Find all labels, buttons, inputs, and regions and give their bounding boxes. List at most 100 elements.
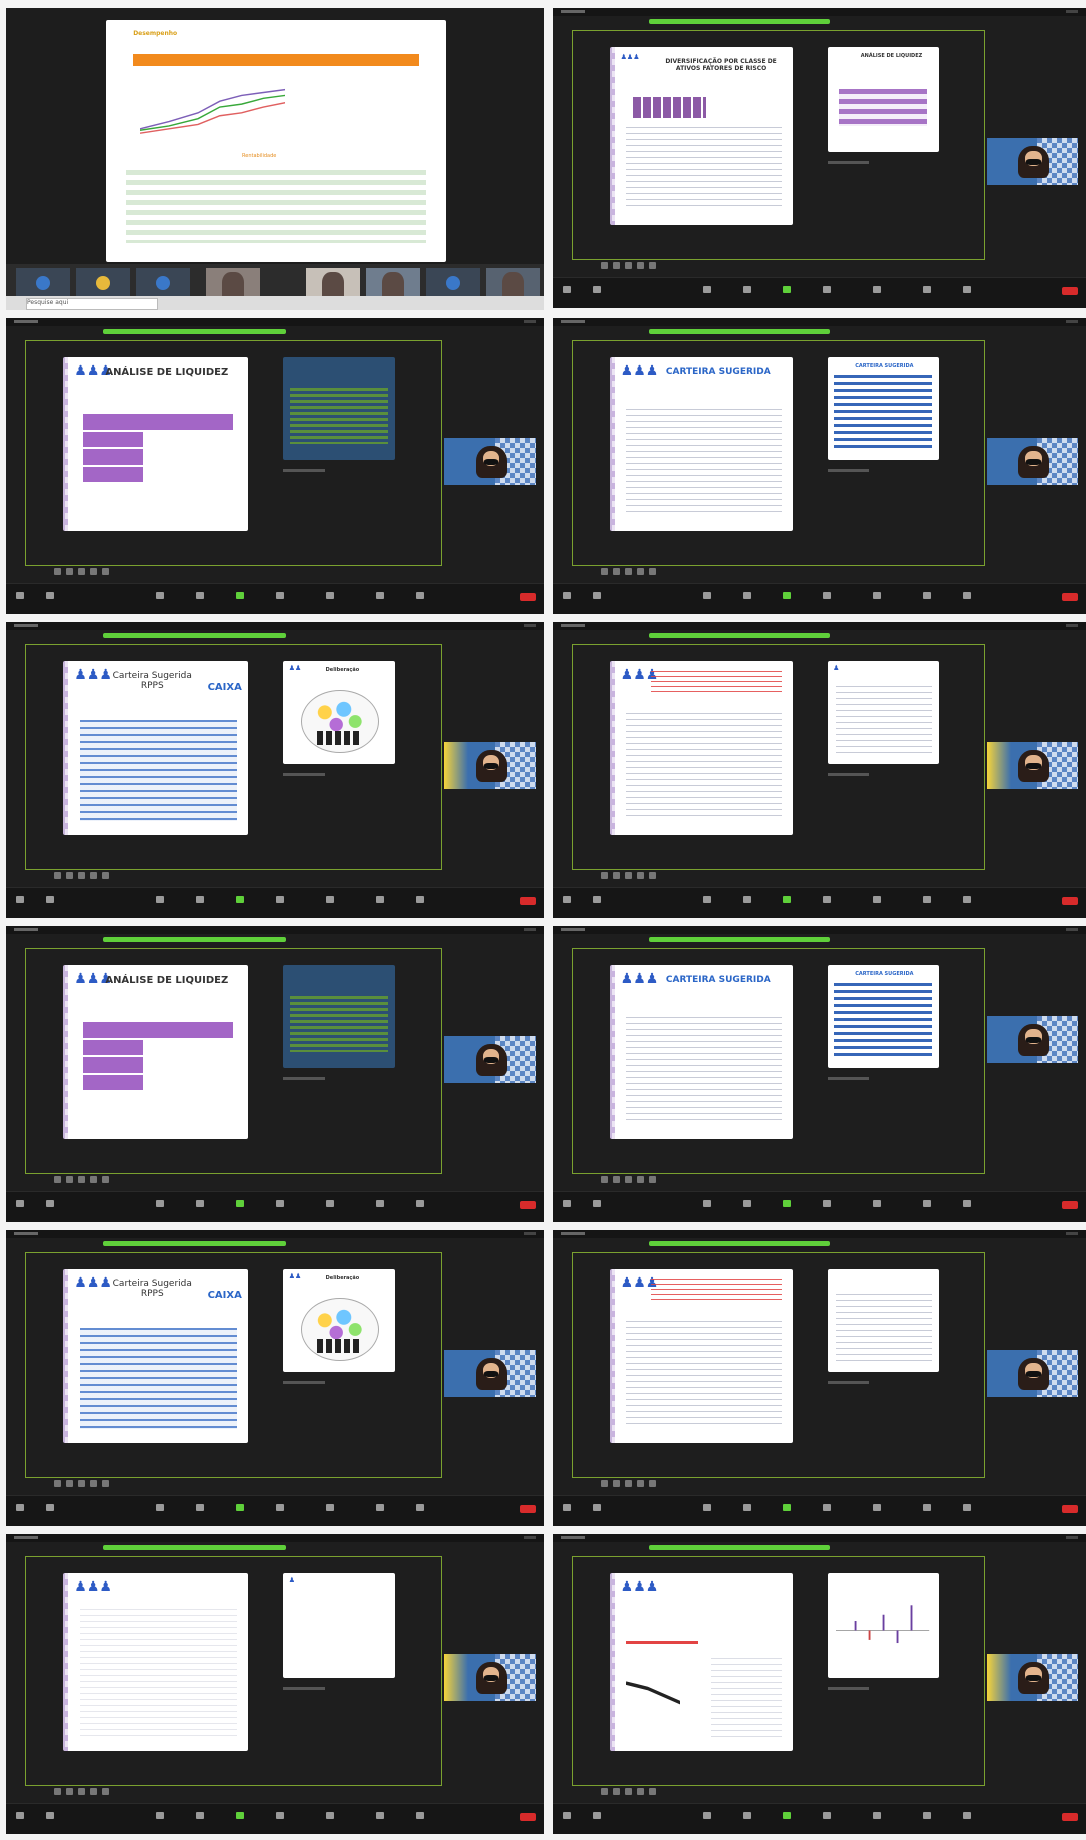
end-button[interactable] [1062,1813,1078,1821]
webcam-video[interactable] [987,1350,1079,1397]
reactions-icon[interactable] [923,592,931,599]
thumb-deliberacao[interactable]: ♟♟ Deliberação [283,1268,396,1372]
participants-icon[interactable] [743,896,751,903]
end-button[interactable] [1062,1201,1078,1209]
participant-video[interactable] [486,268,540,296]
video-icon[interactable] [593,1504,601,1511]
more-icon[interactable] [416,1200,424,1207]
video-icon[interactable] [46,1504,54,1511]
end-button[interactable] [1062,1505,1078,1513]
share-icon[interactable] [236,896,244,903]
more-icon[interactable] [416,592,424,599]
participants-icon[interactable] [743,1812,751,1819]
end-button[interactable] [1062,593,1078,601]
webcam-video[interactable] [444,1654,536,1701]
reactions-icon[interactable] [376,1504,384,1511]
end-button[interactable] [520,1505,536,1513]
participants-icon[interactable] [196,1200,204,1207]
participants-icon[interactable] [196,896,204,903]
webcam-video[interactable] [444,1350,536,1397]
participant-tile[interactable] [136,268,190,296]
security-icon[interactable] [703,1200,711,1207]
record-icon[interactable] [873,1200,881,1207]
more-icon[interactable] [963,592,971,599]
share-icon[interactable] [236,1504,244,1511]
reactions-icon[interactable] [376,1200,384,1207]
mute-icon[interactable] [16,1200,24,1207]
chat-icon[interactable] [276,1504,284,1511]
more-icon[interactable] [963,286,971,293]
record-icon[interactable] [326,592,334,599]
participants-icon[interactable] [196,592,204,599]
mute-icon[interactable] [563,286,571,293]
chat-icon[interactable] [823,1812,831,1819]
share-icon[interactable] [783,1504,791,1511]
participants-icon[interactable] [743,1200,751,1207]
mute-icon[interactable] [563,896,571,903]
thumb-deliberacao[interactable]: ♟♟ Deliberação [283,660,396,764]
webcam-video[interactable] [987,138,1079,185]
reactions-icon[interactable] [376,896,384,903]
share-icon[interactable] [236,1200,244,1207]
chat-icon[interactable] [823,1200,831,1207]
webcam-video[interactable] [444,742,536,789]
mute-icon[interactable] [563,592,571,599]
video-icon[interactable] [593,286,601,293]
thumb-carteira-sugerida[interactable]: CARTEIRA SUGERIDA [827,356,939,460]
thumb-bar-chart[interactable] [827,1572,939,1678]
record-icon[interactable] [873,1812,881,1819]
security-icon[interactable] [703,286,711,293]
video-icon[interactable] [593,1200,601,1207]
webcam-video[interactable] [987,1016,1079,1063]
chat-icon[interactable] [823,896,831,903]
security-icon[interactable] [703,1504,711,1511]
share-icon[interactable] [236,1812,244,1819]
more-icon[interactable] [963,896,971,903]
video-icon[interactable] [46,592,54,599]
mute-icon[interactable] [16,1504,24,1511]
security-icon[interactable] [156,1812,164,1819]
reactions-icon[interactable] [923,896,931,903]
record-icon[interactable] [873,286,881,293]
thumb-carteira-sugerida[interactable]: CARTEIRA SUGERIDA [827,964,939,1068]
more-icon[interactable] [963,1812,971,1819]
record-icon[interactable] [326,1200,334,1207]
participants-icon[interactable] [743,286,751,293]
end-button[interactable] [520,593,536,601]
search-input[interactable]: Pesquise aqui [26,298,158,310]
share-icon[interactable] [783,592,791,599]
share-icon[interactable] [783,1812,791,1819]
security-icon[interactable] [156,592,164,599]
mute-icon[interactable] [563,1504,571,1511]
mute-icon[interactable] [563,1812,571,1819]
participants-icon[interactable] [743,1504,751,1511]
mute-icon[interactable] [16,1812,24,1819]
record-icon[interactable] [873,1504,881,1511]
security-icon[interactable] [156,1504,164,1511]
chat-icon[interactable] [276,896,284,903]
thumb-text[interactable]: ♟ [827,660,939,764]
more-icon[interactable] [416,1812,424,1819]
thumb-text[interactable] [827,1268,939,1372]
webcam-video[interactable] [444,1036,536,1083]
participant-tile[interactable] [426,268,480,296]
record-icon[interactable] [326,1812,334,1819]
thumb-carteira[interactable] [283,356,396,460]
participant-video[interactable] [306,268,360,296]
security-icon[interactable] [156,896,164,903]
participants-icon[interactable] [743,592,751,599]
webcam-video[interactable] [987,1654,1079,1701]
chat-icon[interactable] [276,1812,284,1819]
reactions-icon[interactable] [376,1812,384,1819]
share-icon[interactable] [783,896,791,903]
record-icon[interactable] [873,592,881,599]
reactions-icon[interactable] [923,1200,931,1207]
chat-icon[interactable] [276,1200,284,1207]
more-icon[interactable] [963,1504,971,1511]
security-icon[interactable] [703,896,711,903]
more-icon[interactable] [963,1200,971,1207]
participant-tile[interactable] [76,268,130,296]
end-button[interactable] [520,897,536,905]
webcam-video[interactable] [444,438,536,485]
end-button[interactable] [1062,287,1078,295]
